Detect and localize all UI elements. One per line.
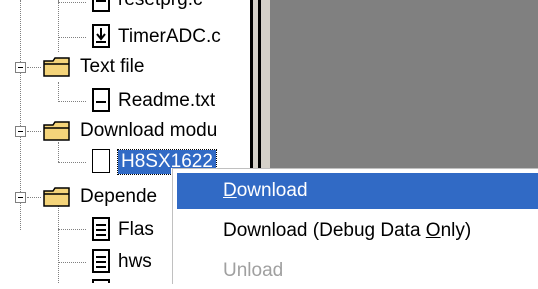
text-file-icon bbox=[92, 88, 110, 112]
folder-icon bbox=[43, 121, 70, 141]
tree-connector bbox=[58, 0, 59, 52]
tree-connector bbox=[58, 162, 86, 163]
tree-connector bbox=[58, 262, 86, 263]
collapse-icon[interactable] bbox=[15, 62, 26, 73]
tree-item-download-module[interactable]: Download modu bbox=[80, 119, 217, 143]
menu-item-download-debug-data-only[interactable]: Download (Debug Data Only) bbox=[177, 213, 538, 249]
file-icon bbox=[92, 279, 110, 283]
tree-item-dependencies[interactable]: Depende bbox=[80, 185, 157, 209]
tree-connector bbox=[58, 37, 86, 38]
tree-connector bbox=[58, 82, 59, 102]
tree-item-hws[interactable]: hws bbox=[118, 250, 152, 274]
header-file-icon bbox=[92, 249, 110, 273]
tree-connector bbox=[58, 142, 59, 162]
tree-item-timeradc[interactable]: TimerADC.c bbox=[118, 25, 221, 49]
folder-icon bbox=[43, 187, 70, 207]
tree-item-resetprg[interactable]: resetprg.c bbox=[118, 0, 202, 12]
file-down-arrow-icon bbox=[92, 24, 110, 48]
tree-connector bbox=[58, 205, 59, 283]
blank-file-icon bbox=[92, 149, 110, 173]
context-menu: Download Download (Debug Data Only) Unlo… bbox=[172, 168, 538, 284]
tree-item-text-file[interactable]: Text file bbox=[80, 55, 144, 79]
tree-item-readme[interactable]: Readme.txt bbox=[118, 89, 215, 113]
folder-icon bbox=[43, 57, 70, 77]
collapse-icon[interactable] bbox=[15, 192, 26, 203]
tree-item-flash[interactable]: Flas bbox=[118, 218, 154, 242]
menu-item-unload: Unload bbox=[223, 260, 284, 281]
collapse-icon[interactable] bbox=[15, 126, 26, 137]
tree-connector bbox=[27, 67, 41, 68]
tree-connector bbox=[58, 2, 86, 3]
tree-connector bbox=[58, 101, 86, 102]
header-file-icon bbox=[92, 217, 110, 241]
file-icon bbox=[92, 0, 110, 12]
menu-item-download[interactable]: Download bbox=[177, 173, 538, 209]
tree-connector bbox=[27, 197, 41, 198]
tree-connector bbox=[58, 229, 86, 230]
tree-connector bbox=[27, 131, 41, 132]
